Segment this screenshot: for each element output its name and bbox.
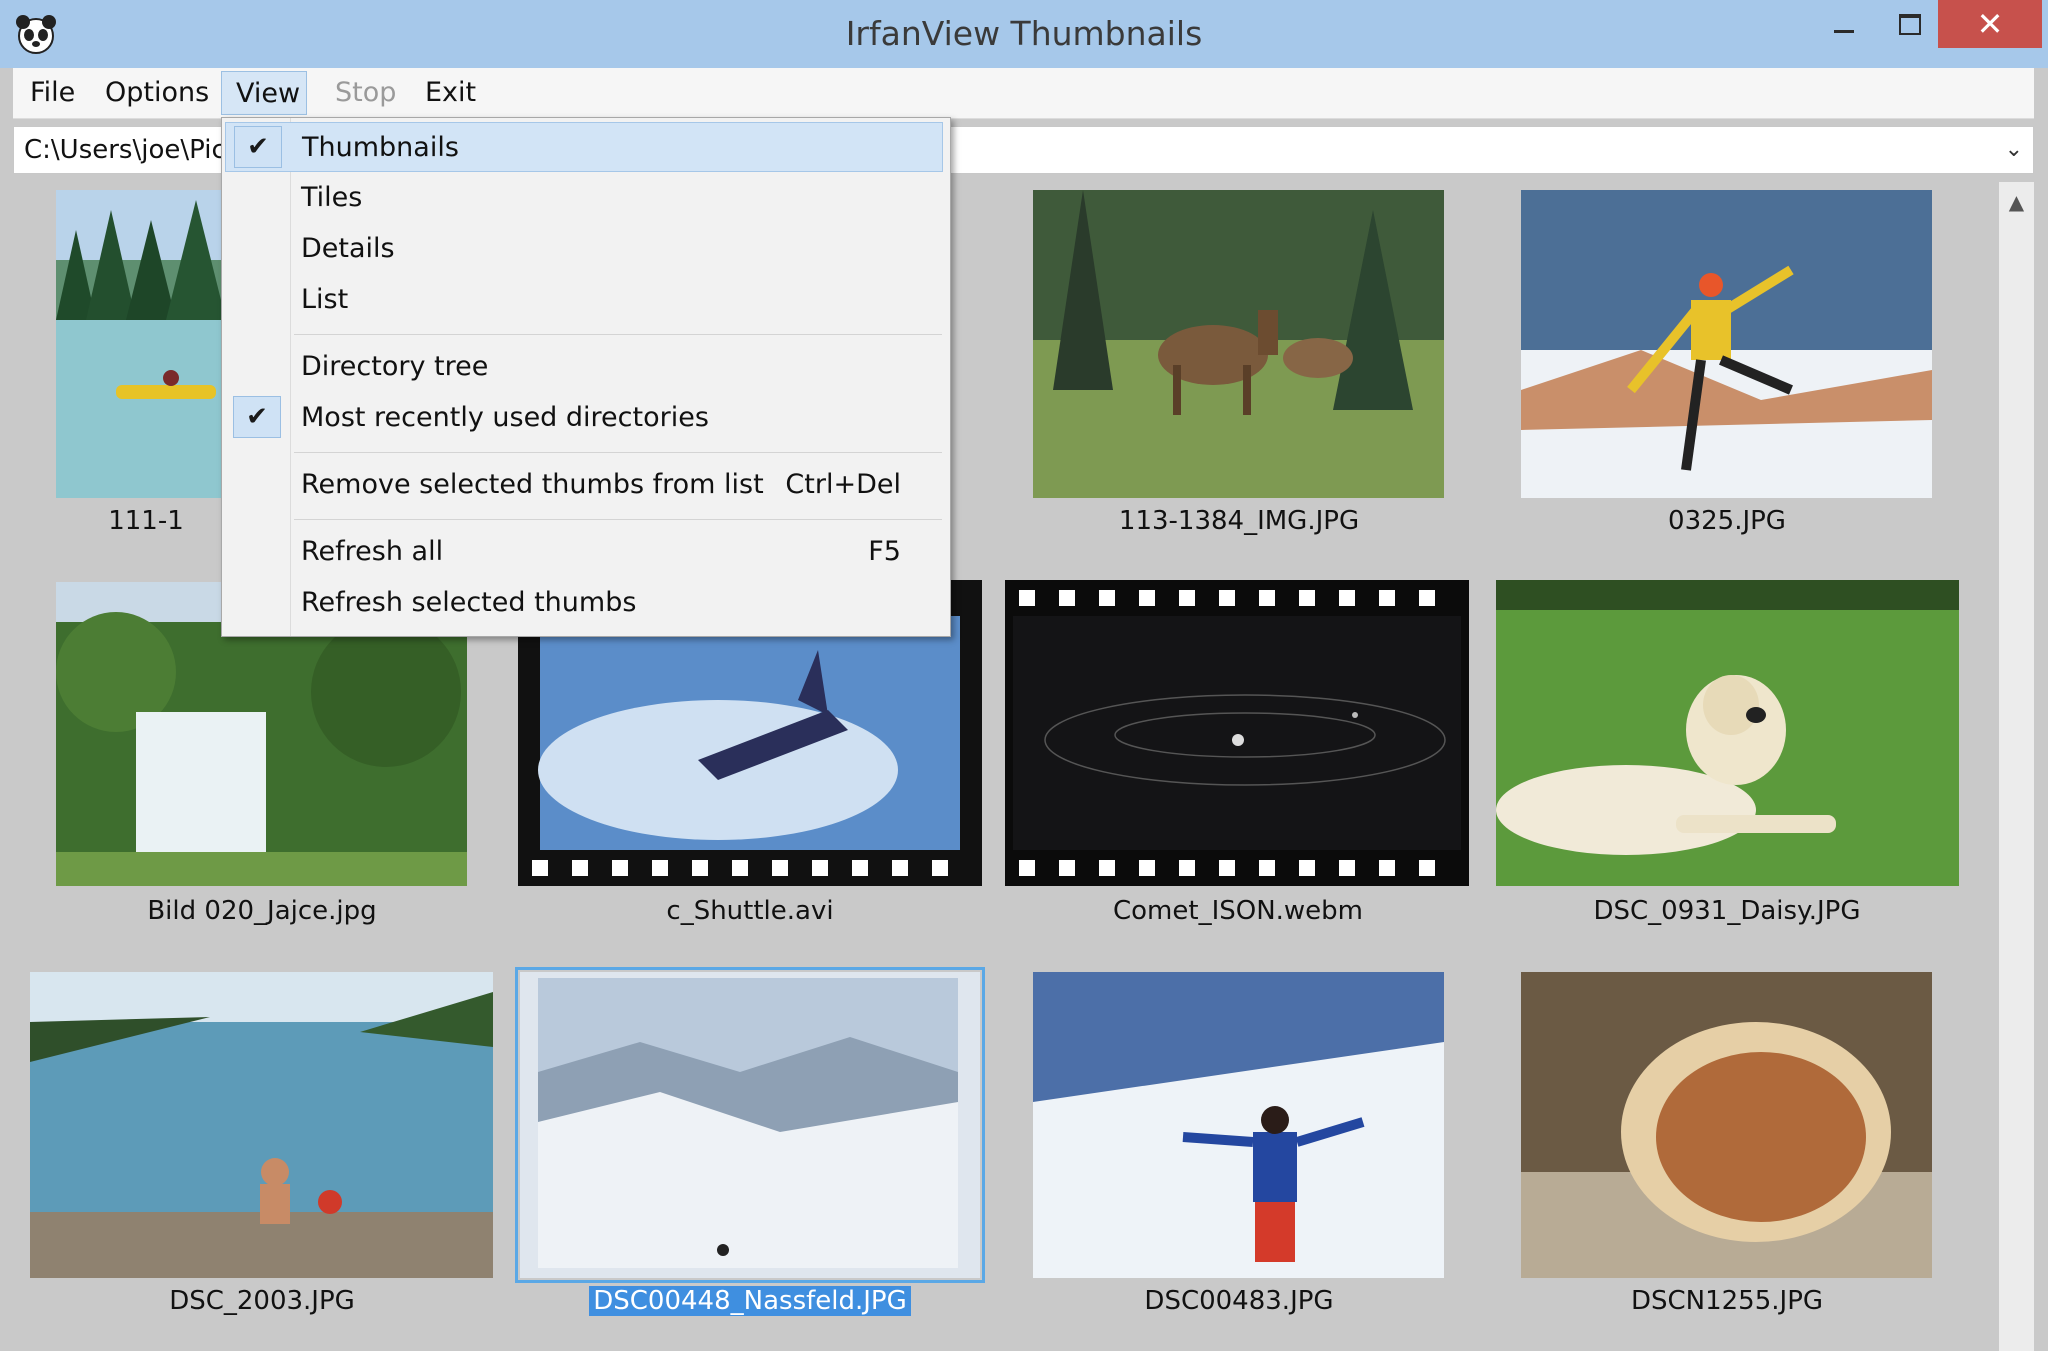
directory-path: C:\Users\joe\Pict <box>24 135 236 165</box>
menu-separator <box>294 519 942 520</box>
menu-item-refresh-all[interactable]: Refresh all F5 <box>225 527 945 577</box>
thumbnail-caption: DSC_0931_Daisy.JPG <box>1593 896 1861 926</box>
menu-item-label: Directory tree <box>301 351 489 382</box>
film-perforation <box>1099 860 1115 876</box>
menu-exit[interactable]: Exit <box>411 71 490 115</box>
menu-separator <box>294 452 942 453</box>
thumbnail-caption: 0325.JPG <box>1668 506 1786 536</box>
thumbnail-caption: c_Shuttle.avi <box>666 896 834 926</box>
window-title: IrfanView Thumbnails <box>845 14 1203 53</box>
thumbnail-caption-selected: DSC00448_Nassfeld.JPG <box>515 1284 985 1318</box>
thumbnail-image[interactable] <box>1521 190 1932 498</box>
film-perforation <box>1019 590 1035 606</box>
film-perforation <box>1419 860 1435 876</box>
film-perforation <box>1139 590 1155 606</box>
menu-item-label: Refresh selected thumbs <box>301 587 637 618</box>
checkmark-icon: ✔ <box>233 396 281 438</box>
menu-item-tiles[interactable]: Tiles <box>225 173 945 223</box>
film-perforation <box>572 860 588 876</box>
chevron-down-icon[interactable]: ⌄ <box>2005 127 2023 173</box>
thumbnail-image-selected[interactable] <box>515 967 985 1283</box>
close-icon: ✕ <box>1976 5 2004 43</box>
irfanview-thumbnails-window: IrfanView Thumbnails ✕ File Options View… <box>0 0 2048 1351</box>
film-perforation <box>532 860 548 876</box>
minimize-button[interactable] <box>1810 0 1878 48</box>
view-menu-dropdown: ✔ Thumbnails Tiles Details List Director… <box>221 117 951 637</box>
film-perforation <box>1259 590 1275 606</box>
film-perforation <box>1299 590 1315 606</box>
menu-separator <box>294 334 942 335</box>
menu-view[interactable]: View <box>221 71 307 115</box>
thumbnail-image[interactable] <box>56 190 236 498</box>
minimize-icon <box>1834 29 1854 33</box>
film-perforation <box>612 860 628 876</box>
film-perforation <box>1259 860 1275 876</box>
menu-item-directory-tree[interactable]: Directory tree <box>225 342 945 392</box>
film-perforation <box>1379 590 1395 606</box>
film-perforation <box>692 860 708 876</box>
menu-item-mru-directories[interactable]: ✔ Most recently used directories <box>225 393 945 443</box>
title-bar: IrfanView Thumbnails ✕ <box>0 0 2048 68</box>
menu-item-label: Tiles <box>301 182 363 213</box>
film-perforation <box>1419 590 1435 606</box>
menu-item-remove-selected[interactable]: Remove selected thumbs from list Ctrl+De… <box>225 460 945 510</box>
menu-item-label: Most recently used directories <box>301 402 709 433</box>
menu-item-label: Refresh all <box>301 536 444 567</box>
thumbnail-caption: DSC00483.JPG <box>1144 1286 1334 1316</box>
thumbnail-caption: 113-1384_IMG.JPG <box>1118 506 1360 536</box>
menu-file[interactable]: File <box>16 71 89 115</box>
film-perforation <box>1059 590 1075 606</box>
scroll-up-icon[interactable]: ▲ <box>1999 182 2034 222</box>
film-perforation <box>1219 860 1235 876</box>
thumbnail-caption: DSC_2003.JPG <box>169 1286 355 1316</box>
film-perforation <box>1339 860 1355 876</box>
film-perforation <box>1139 860 1155 876</box>
menu-item-refresh-selected[interactable]: Refresh selected thumbs <box>225 578 945 628</box>
film-perforation <box>1179 860 1195 876</box>
menu-item-shortcut: F5 <box>868 536 901 567</box>
checkmark-icon: ✔ <box>234 126 282 168</box>
menu-item-label: List <box>301 284 349 315</box>
film-perforation <box>892 860 908 876</box>
menu-item-list[interactable]: List <box>225 275 945 325</box>
thumbnail-image[interactable] <box>1496 580 1959 886</box>
film-perforation <box>1059 860 1075 876</box>
thumbnail-caption: DSCN1255.JPG <box>1630 1286 1824 1316</box>
menu-item-thumbnails[interactable]: ✔ Thumbnails <box>225 122 943 172</box>
thumbnail-video[interactable] <box>1005 580 1469 886</box>
selected-filename: DSC00448_Nassfeld.JPG <box>589 1286 911 1316</box>
film-perforation <box>1379 860 1395 876</box>
menu-stop[interactable]: Stop <box>321 71 410 115</box>
thumbnail-image[interactable] <box>1521 972 1932 1278</box>
thumbnail-caption: Comet_ISON.webm <box>1112 896 1364 926</box>
film-perforation <box>1019 860 1035 876</box>
film-perforation <box>732 860 748 876</box>
film-perforation <box>772 860 788 876</box>
film-perforation <box>1299 860 1315 876</box>
menu-item-label: Thumbnails <box>302 132 459 163</box>
close-button[interactable]: ✕ <box>1938 0 2042 48</box>
film-perforation <box>1099 590 1115 606</box>
film-perforation <box>812 860 828 876</box>
menu-bar: File Options View Stop Exit <box>13 68 2034 119</box>
thumbnail-image[interactable] <box>1033 972 1444 1278</box>
menu-item-details[interactable]: Details <box>225 224 945 274</box>
film-perforation <box>1339 590 1355 606</box>
film-perforation <box>852 860 868 876</box>
film-perforation <box>1179 590 1195 606</box>
vertical-scrollbar[interactable]: ▲ <box>1999 182 2034 1351</box>
thumbnail-image[interactable] <box>1033 190 1444 498</box>
menu-item-shortcut: Ctrl+Del <box>785 469 901 500</box>
maximize-button[interactable] <box>1876 0 1944 48</box>
film-perforation <box>1219 590 1235 606</box>
maximize-icon <box>1899 13 1921 35</box>
menu-options[interactable]: Options <box>91 71 223 115</box>
menu-item-label: Details <box>301 233 395 264</box>
menu-item-label: Remove selected thumbs from list <box>301 469 764 500</box>
film-perforation <box>932 860 948 876</box>
thumbnail-image[interactable] <box>30 972 493 1278</box>
film-perforation <box>652 860 668 876</box>
thumbnail-caption: Bild 020_Jajce.jpg <box>147 896 377 926</box>
